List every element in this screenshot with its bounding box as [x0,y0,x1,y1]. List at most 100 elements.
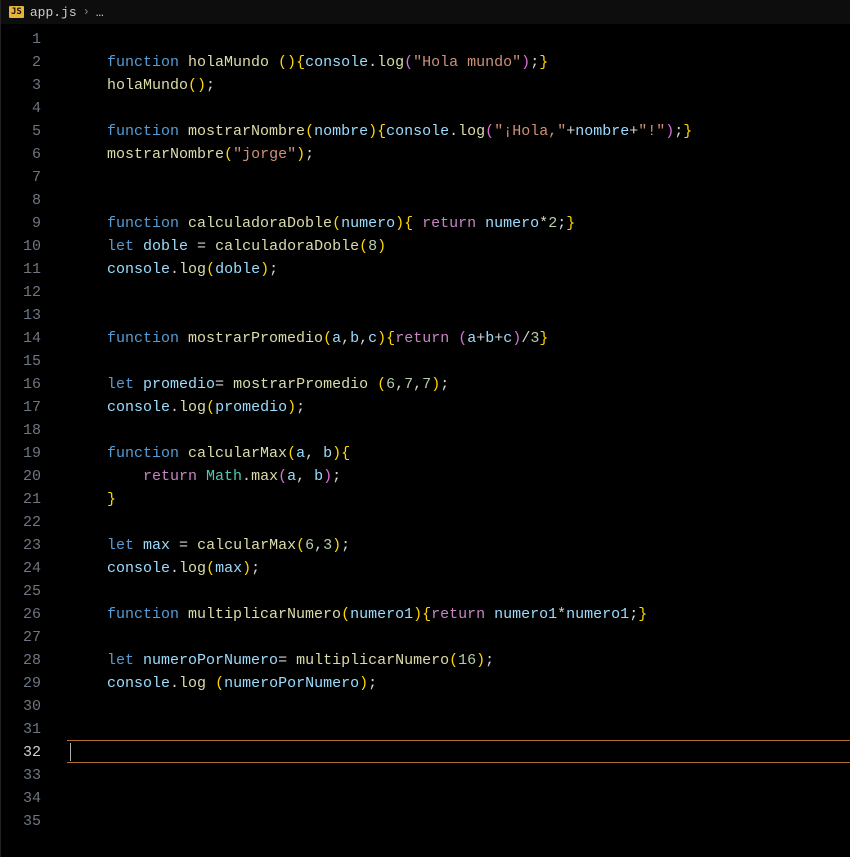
code-area[interactable]: 1234567891011121314151617181920212223242… [1,24,850,857]
code-line[interactable] [67,626,850,649]
code-line[interactable] [67,97,850,120]
code-line[interactable] [67,189,850,212]
line-number[interactable]: 29 [1,672,67,695]
line-number[interactable]: 11 [1,258,67,281]
code-line[interactable]: console.log (numeroPorNumero); [67,672,850,695]
line-number[interactable]: 27 [1,626,67,649]
code-line[interactable]: console.log(max); [67,557,850,580]
breadcrumb-rest[interactable]: … [96,5,104,20]
code-lines[interactable]: function holaMundo (){console.log("Hola … [67,24,850,857]
line-number[interactable]: 10 [1,235,67,258]
token-p1: } [638,606,647,623]
code-line[interactable] [67,28,850,51]
code-line[interactable] [67,695,850,718]
line-number[interactable]: 23 [1,534,67,557]
token-w: ; [674,123,683,140]
code-line[interactable] [67,762,850,785]
line-number[interactable]: 34 [1,787,67,810]
token-w: ; [485,652,494,669]
line-number[interactable]: 21 [1,488,67,511]
code-line[interactable]: mostrarNombre("jorge"); [67,143,850,166]
line-number[interactable]: 19 [1,442,67,465]
code-line[interactable]: function calculadoraDoble(numero){ retur… [67,212,850,235]
token-fn: max [251,468,278,485]
line-number[interactable]: 35 [1,810,67,833]
line-number[interactable]: 14 [1,327,67,350]
token-fn: holaMundo [107,77,188,94]
code-line[interactable]: } [67,488,850,511]
code-line[interactable]: return Math.max(a, b); [67,465,850,488]
code-line[interactable]: function mostrarNombre(nombre){console.l… [67,120,850,143]
code-line[interactable] [67,419,850,442]
line-number[interactable]: 15 [1,350,67,373]
code-line[interactable] [67,580,850,603]
line-number[interactable]: 13 [1,304,67,327]
code-line[interactable] [67,718,850,741]
code-line[interactable]: let promedio= mostrarPromedio (6,7,7); [67,373,850,396]
token-id: numero1 [350,606,413,623]
token-id: numero [341,215,395,232]
line-number[interactable]: 32 [1,741,67,764]
token-num: 8 [368,238,377,255]
line-number[interactable]: 1 [1,28,67,51]
line-number[interactable]: 16 [1,373,67,396]
line-number[interactable]: 31 [1,718,67,741]
code-line[interactable]: holaMundo(); [67,74,850,97]
token-fn: log [377,54,404,71]
code-line[interactable] [67,740,850,763]
line-number[interactable]: 33 [1,764,67,787]
code-line[interactable] [67,281,850,304]
breadcrumb-file[interactable]: app.js [30,5,77,20]
line-number[interactable]: 8 [1,189,67,212]
code-line[interactable]: function mostrarPromedio(a,b,c){return (… [67,327,850,350]
line-number[interactable]: 5 [1,120,67,143]
line-number[interactable]: 6 [1,143,67,166]
line-number[interactable]: 28 [1,649,67,672]
code-line[interactable] [67,511,850,534]
code-line[interactable] [67,785,850,808]
code-line[interactable] [67,808,850,831]
code-line[interactable] [67,304,850,327]
token-id: console [107,261,170,278]
code-line[interactable] [67,166,850,189]
code-line[interactable]: function calcularMax(a, b){ [67,442,850,465]
line-number-gutter[interactable]: 1234567891011121314151617181920212223242… [1,24,67,857]
token-w: . [170,399,179,416]
line-number[interactable]: 24 [1,557,67,580]
token-fn: multiplicarNumero [188,606,341,623]
token-w: , [296,468,314,485]
line-number[interactable]: 18 [1,419,67,442]
token-num: 3 [323,537,332,554]
line-number[interactable]: 26 [1,603,67,626]
code-line[interactable]: let numeroPorNumero= multiplicarNumero(1… [67,649,850,672]
line-number[interactable]: 3 [1,74,67,97]
code-line[interactable]: function multiplicarNumero(numero1){retu… [67,603,850,626]
code-line[interactable]: let max = calcularMax(6,3); [67,534,850,557]
token-p1: ( [341,606,350,623]
code-line[interactable]: console.log(doble); [67,258,850,281]
token-p1: ) [377,330,386,347]
line-number[interactable]: 9 [1,212,67,235]
code-line[interactable]: let doble = calculadoraDoble(8) [67,235,850,258]
breadcrumb[interactable]: JS app.js › … [1,0,850,24]
token-w: . [170,560,179,577]
token-p1: ) [395,215,404,232]
code-line[interactable]: console.log(promedio); [67,396,850,419]
line-number[interactable]: 12 [1,281,67,304]
code-line[interactable] [67,350,850,373]
token-fn: mostrarNombre [107,146,224,163]
line-number[interactable]: 22 [1,511,67,534]
line-number[interactable]: 17 [1,396,67,419]
token-p2: ) [323,468,332,485]
line-number[interactable]: 2 [1,51,67,74]
line-number[interactable]: 7 [1,166,67,189]
token-ret: return [431,606,494,623]
line-number[interactable]: 4 [1,97,67,120]
code-line[interactable]: function holaMundo (){console.log("Hola … [67,51,850,74]
token-id: promedio [215,399,287,416]
line-number[interactable]: 20 [1,465,67,488]
token-w: * [539,215,548,232]
token-w: + [629,123,638,140]
line-number[interactable]: 30 [1,695,67,718]
line-number[interactable]: 25 [1,580,67,603]
